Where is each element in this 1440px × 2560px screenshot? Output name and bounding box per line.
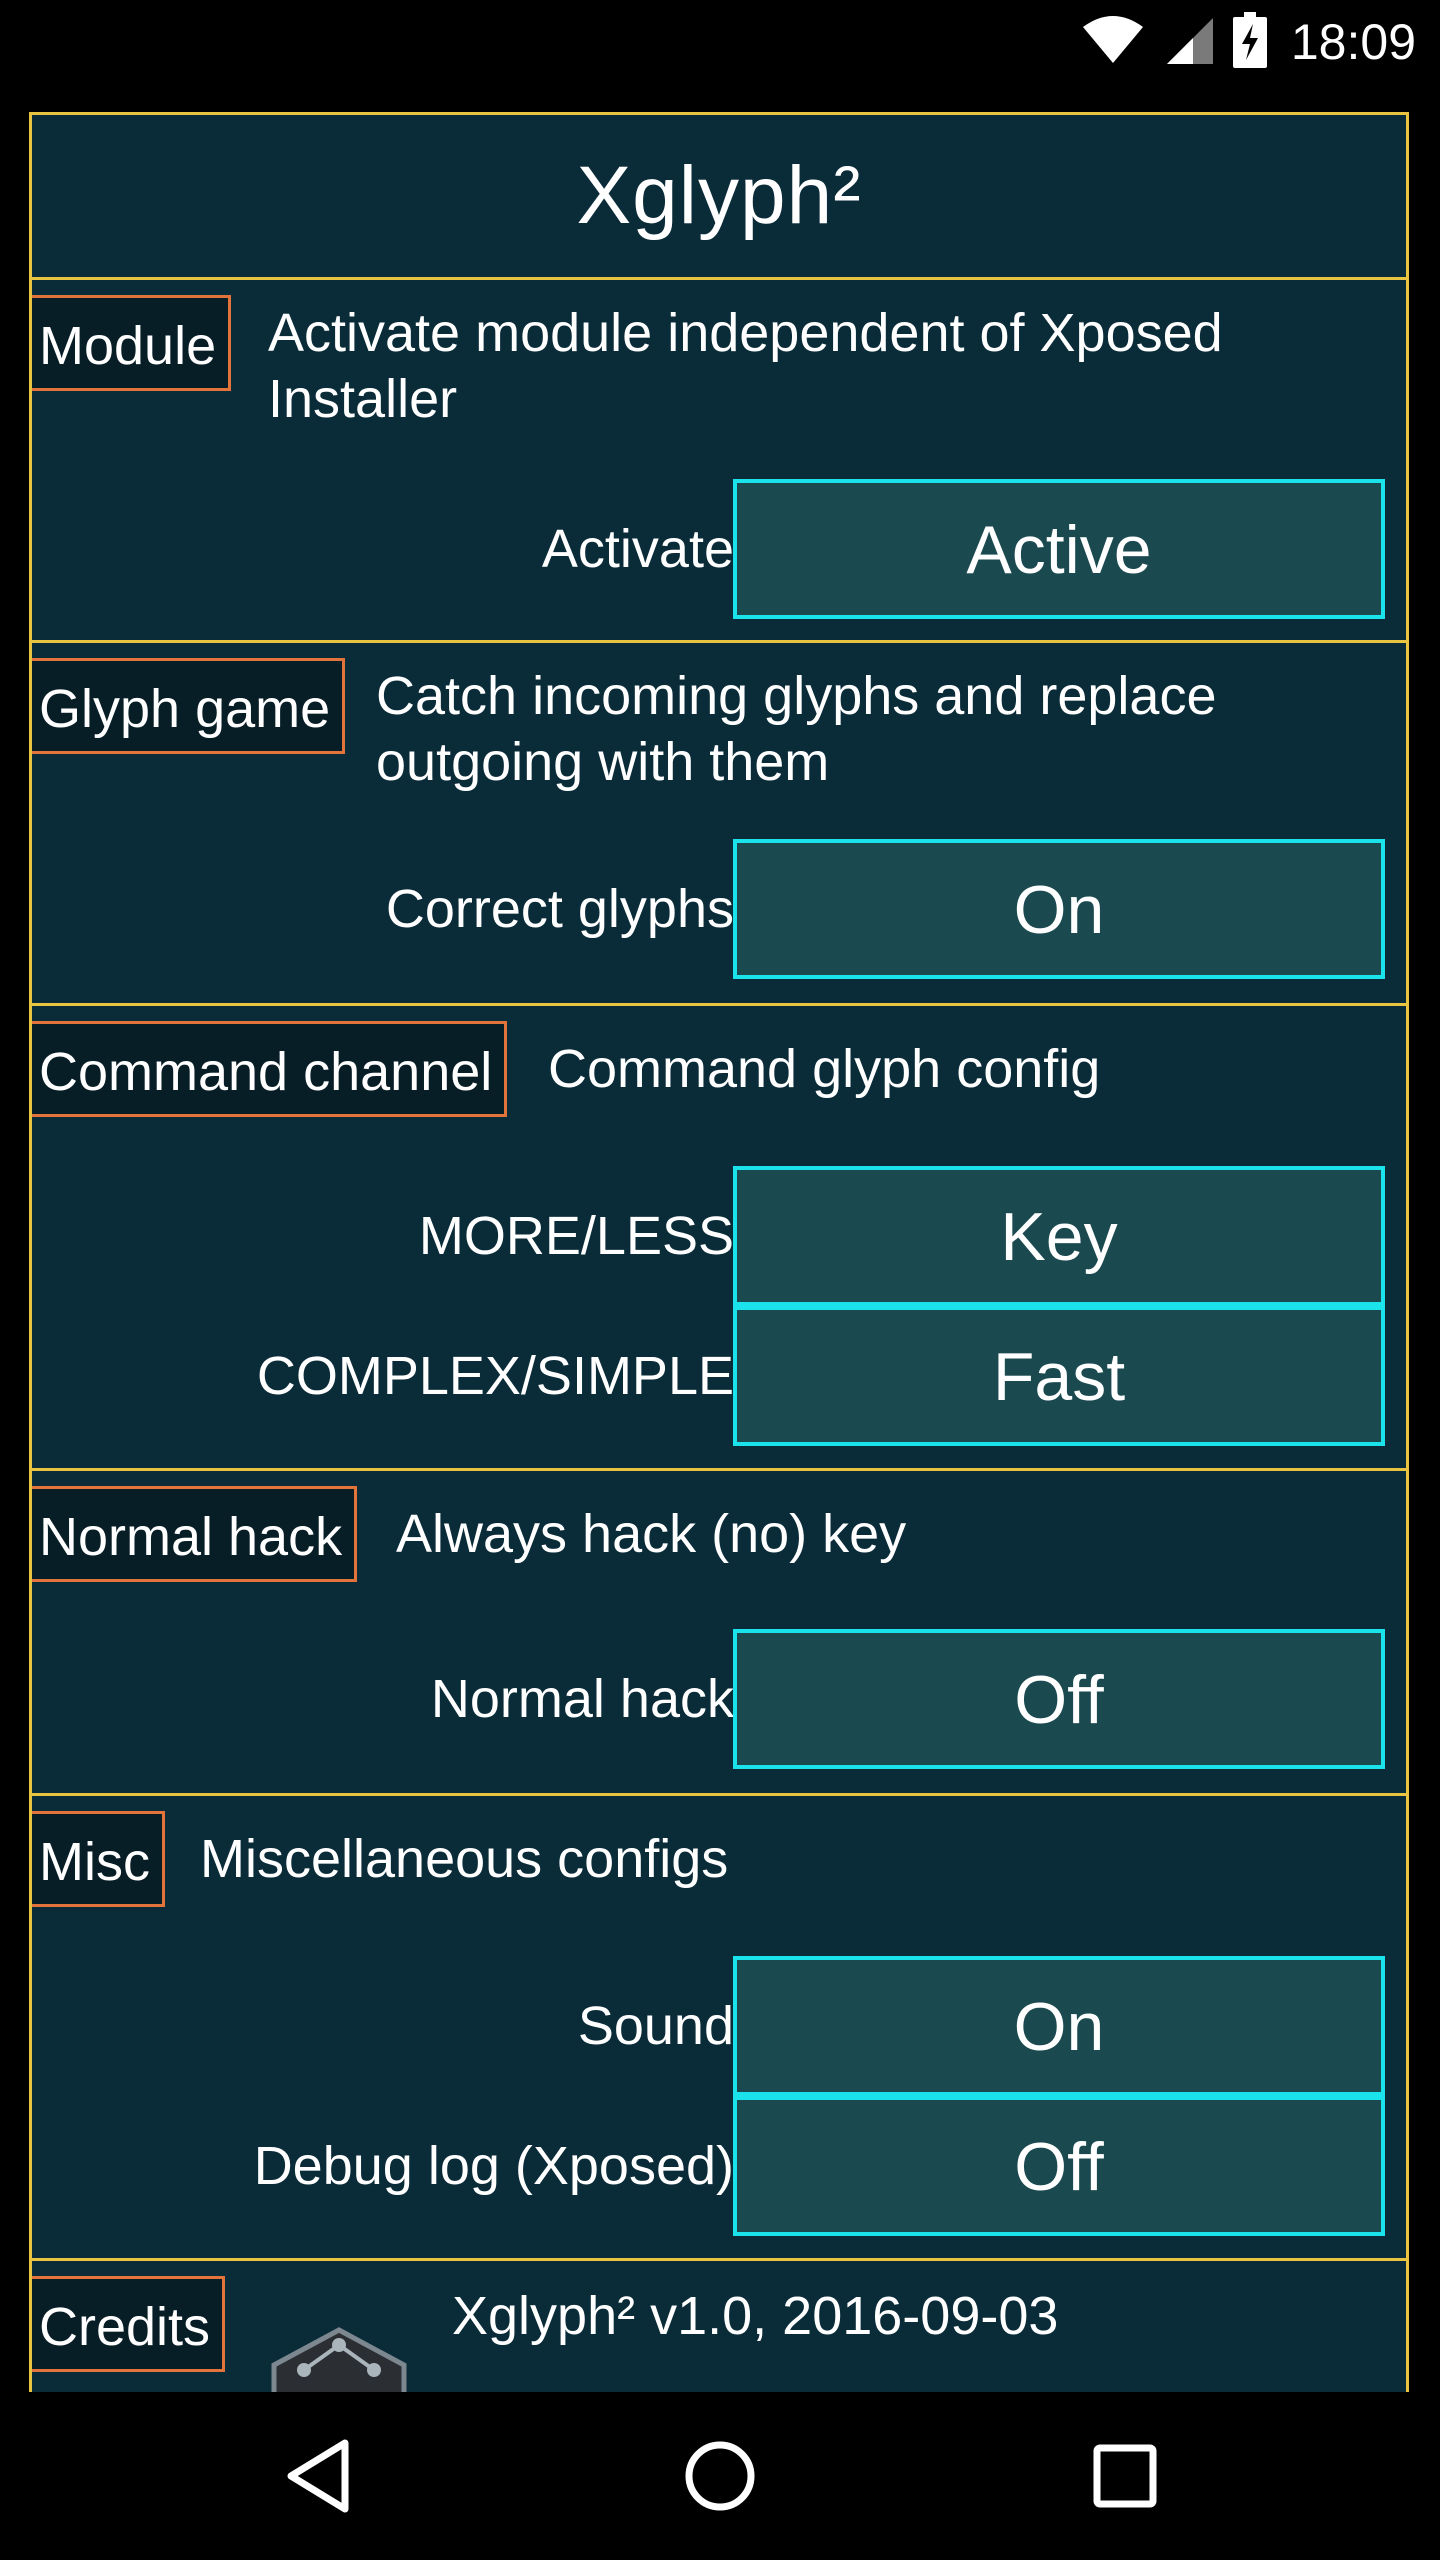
section-credits: Credits Xglyph² v1.0, 2016-09-03 bbox=[32, 2258, 1406, 2392]
section-tag-glyph-game: Glyph game bbox=[32, 658, 346, 754]
section-glyph-game: Glyph game Catch incoming glyphs and rep… bbox=[32, 640, 1406, 1003]
app-logo-icon bbox=[264, 2325, 414, 2392]
setting-row-sound: Sound On bbox=[32, 1956, 1406, 2096]
app-title: Xglyph² bbox=[576, 150, 862, 241]
section-description-credits: Xglyph² v1.0, 2016-09-03 bbox=[452, 2283, 1058, 2349]
back-icon[interactable] bbox=[268, 2426, 368, 2526]
section-description-misc: Miscellaneous configs bbox=[200, 1826, 728, 1892]
setting-label-sound: Sound bbox=[577, 1996, 734, 2056]
description-line: Miscellaneous configs bbox=[200, 1829, 729, 1889]
section-misc: Misc Miscellaneous configs Sound On Debu… bbox=[32, 1793, 1406, 2258]
normal-hack-button[interactable]: Off bbox=[733, 1629, 1385, 1769]
description-line: Xglyph² v1.0, 2016-09-03 bbox=[452, 2286, 1059, 2346]
section-module: Module Activate module independent of Xp… bbox=[32, 277, 1406, 640]
section-tag-credits: Credits bbox=[32, 2276, 226, 2372]
setting-row-debug-log: Debug log (Xposed) Off bbox=[32, 2096, 1406, 2236]
wifi-icon bbox=[1081, 15, 1145, 70]
title-bar: Xglyph² bbox=[32, 115, 1406, 280]
cell-signal-icon bbox=[1163, 14, 1215, 71]
section-tag-normal-hack: Normal hack bbox=[32, 1486, 358, 1582]
setting-row-more-less: MORE/LESS Key bbox=[32, 1166, 1406, 1306]
section-normal-hack: Normal hack Always hack (no) key Normal … bbox=[32, 1468, 1406, 1793]
app-frame: Xglyph² Module Activate module independe… bbox=[29, 112, 1409, 2392]
setting-row-complex-simple: COMPLEX/SIMPLE Fast bbox=[32, 1306, 1406, 1446]
status-icons: 18:09 bbox=[1081, 0, 1416, 84]
status-time: 18:09 bbox=[1290, 14, 1416, 70]
setting-label-correct-glyphs: Correct glyphs bbox=[385, 879, 734, 939]
section-tag-module: Module bbox=[32, 295, 232, 391]
section-command-channel: Command channel Command glyph config MOR… bbox=[32, 1003, 1406, 1468]
debug-log-button[interactable]: Off bbox=[733, 2096, 1385, 2236]
section-description-module: Activate module independent of Xposed In… bbox=[268, 300, 1223, 432]
activate-button[interactable]: Active bbox=[733, 479, 1385, 619]
setting-label-debug-log: Debug log (Xposed) bbox=[253, 2136, 734, 2196]
battery-charging-icon bbox=[1232, 11, 1267, 73]
section-description-command-channel: Command glyph config bbox=[548, 1036, 1100, 1102]
setting-label-normal-hack: Normal hack bbox=[430, 1669, 734, 1729]
description-line: Catch incoming glyphs and replace bbox=[376, 666, 1217, 726]
status-bar: 18:09 bbox=[0, 0, 1440, 84]
more-less-button[interactable]: Key bbox=[733, 1166, 1385, 1306]
section-description-normal-hack: Always hack (no) key bbox=[396, 1501, 906, 1567]
setting-label-more-less: MORE/LESS bbox=[418, 1206, 734, 1266]
setting-row-correct-glyphs: Correct glyphs On bbox=[32, 839, 1406, 979]
section-tag-misc: Misc bbox=[32, 1811, 165, 1907]
description-line: Installer bbox=[268, 369, 458, 429]
description-line: Command glyph config bbox=[548, 1039, 1101, 1099]
setting-label-activate: Activate bbox=[541, 519, 734, 579]
description-line: outgoing with them bbox=[376, 732, 830, 792]
description-line: Activate module independent of Xposed bbox=[268, 303, 1223, 363]
navigation-bar bbox=[0, 2392, 1440, 2560]
section-tag-command-channel: Command channel bbox=[32, 1021, 508, 1117]
recents-icon[interactable] bbox=[1075, 2426, 1175, 2526]
section-description-glyph-game: Catch incoming glyphs and replace outgoi… bbox=[376, 663, 1216, 795]
setting-label-complex-simple: COMPLEX/SIMPLE bbox=[256, 1346, 734, 1406]
home-icon[interactable] bbox=[670, 2426, 770, 2526]
correct-glyphs-button[interactable]: On bbox=[733, 839, 1385, 979]
description-line: Always hack (no) key bbox=[396, 1504, 907, 1564]
sound-button[interactable]: On bbox=[733, 1956, 1385, 2096]
complex-simple-button[interactable]: Fast bbox=[733, 1306, 1385, 1446]
setting-row-activate: Activate Active bbox=[32, 479, 1406, 619]
setting-row-normal-hack: Normal hack Off bbox=[32, 1629, 1406, 1769]
